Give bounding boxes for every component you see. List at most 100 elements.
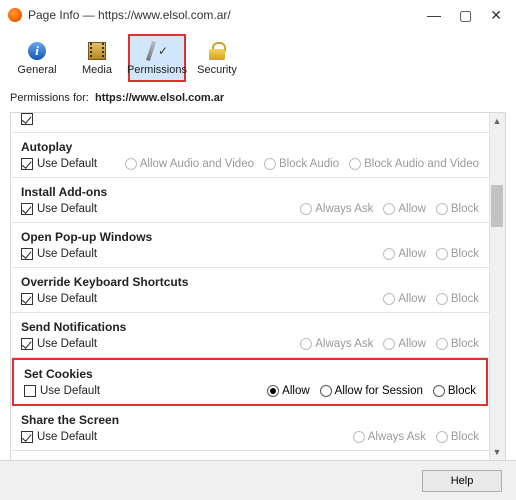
use-default-checkbox[interactable]: Use Default xyxy=(21,203,97,215)
radio-always-ask[interactable]: Always Ask xyxy=(300,203,373,215)
radio-allow-for-session[interactable]: Allow for Session xyxy=(320,385,423,397)
tab-general[interactable]: i General xyxy=(8,34,66,82)
radio-icon xyxy=(125,158,137,170)
permission-section-truncated-top: Use Default xyxy=(11,113,489,133)
tab-media-label: Media xyxy=(82,64,112,76)
radio-icon xyxy=(383,293,395,305)
use-default-label: Use Default xyxy=(37,338,97,350)
tab-security[interactable]: Security xyxy=(188,34,246,82)
permission-section-autoplay: Autoplay Use Default Allow Audio and Vid… xyxy=(11,133,489,178)
radio-allow[interactable]: Allow xyxy=(383,203,425,215)
window-controls: — ▢ ✕ xyxy=(427,7,502,24)
radio-icon xyxy=(320,385,332,397)
window-title: Page Info — https://www.elsol.com.ar/ xyxy=(28,8,427,22)
tab-security-label: Security xyxy=(197,64,237,76)
radio-allow[interactable]: Allow xyxy=(383,248,425,260)
radio-allow[interactable]: Allow xyxy=(383,338,425,350)
radio-icon xyxy=(383,203,395,215)
radio-allow[interactable]: Allow xyxy=(383,293,425,305)
help-button[interactable]: Help xyxy=(422,470,502,492)
permissions-icon xyxy=(146,40,168,62)
radio-icon xyxy=(349,158,361,170)
tab-permissions[interactable]: Permissions xyxy=(128,34,186,82)
radio-block[interactable]: Block xyxy=(436,293,479,305)
use-default-checkbox[interactable]: Use Default xyxy=(21,158,97,170)
radio-icon xyxy=(436,431,448,443)
use-default-checkbox[interactable]: Use Default xyxy=(21,293,97,305)
scroll-up-icon[interactable]: ▲ xyxy=(491,115,503,127)
radio-icon xyxy=(300,338,312,350)
scroll-thumb[interactable] xyxy=(491,185,503,227)
checkbox-icon xyxy=(21,158,33,170)
section-title: Send Notifications xyxy=(21,320,479,334)
toolbar: i General Media Permissions Security xyxy=(0,30,516,86)
radio-block[interactable]: Block xyxy=(436,338,479,350)
permission-section-share-screen: Share the Screen Use Default Always Ask … xyxy=(11,406,489,451)
lock-icon xyxy=(206,40,228,62)
tab-general-label: General xyxy=(17,64,56,76)
use-default-checkbox[interactable]: Use Default xyxy=(24,385,100,397)
radio-allow-audio-video[interactable]: Allow Audio and Video xyxy=(125,158,254,170)
use-default-label: Use Default xyxy=(37,203,97,215)
radio-icon xyxy=(353,431,365,443)
use-default-label: Use Default xyxy=(37,431,97,443)
radio-icon xyxy=(436,203,448,215)
close-button[interactable]: ✕ xyxy=(490,7,502,24)
scroll-down-icon[interactable]: ▼ xyxy=(491,446,503,458)
radio-block-audio-video[interactable]: Block Audio and Video xyxy=(349,158,479,170)
section-title: Override Keyboard Shortcuts xyxy=(21,275,479,289)
use-default-checkbox[interactable]: Use Default xyxy=(21,113,97,125)
checkbox-icon xyxy=(21,113,33,125)
section-title: Set Cookies xyxy=(24,367,476,381)
permissions-list-container: Use Default Autoplay Use Default Allow A… xyxy=(10,112,506,461)
firefox-icon xyxy=(8,8,22,22)
radio-icon xyxy=(267,385,279,397)
use-default-checkbox[interactable]: Use Default xyxy=(21,431,97,443)
permission-section-send-notifications: Send Notifications Use Default Always As… xyxy=(11,313,489,358)
checkbox-icon xyxy=(21,248,33,260)
checkbox-icon xyxy=(21,338,33,350)
radio-icon xyxy=(383,338,395,350)
radio-icon xyxy=(383,248,395,260)
permissions-for-url: https://www.elsol.com.ar xyxy=(95,92,224,104)
permissions-for-header: Permissions for: https://www.elsol.com.a… xyxy=(0,86,516,110)
use-default-label: Use Default xyxy=(37,158,97,170)
radio-icon xyxy=(264,158,276,170)
permission-section-popup: Open Pop-up Windows Use Default Allow Bl… xyxy=(11,223,489,268)
radio-block-audio[interactable]: Block Audio xyxy=(264,158,339,170)
use-default-label: Use Default xyxy=(37,248,97,260)
radio-block[interactable]: Block xyxy=(436,431,479,443)
permission-section-install-addons: Install Add-ons Use Default Always Ask A… xyxy=(11,178,489,223)
use-default-label: Use Default xyxy=(37,293,97,305)
section-title: Share the Screen xyxy=(21,413,479,427)
section-title: Open Pop-up Windows xyxy=(21,230,479,244)
checkbox-icon xyxy=(21,431,33,443)
tab-permissions-label: Permissions xyxy=(127,64,187,76)
tab-media[interactable]: Media xyxy=(68,34,126,82)
titlebar: Page Info — https://www.elsol.com.ar/ — … xyxy=(0,0,516,30)
section-title: Autoplay xyxy=(21,140,479,154)
radio-icon xyxy=(300,203,312,215)
info-icon: i xyxy=(26,40,48,62)
checkbox-icon xyxy=(24,385,36,397)
radio-block[interactable]: Block xyxy=(433,385,476,397)
radio-icon xyxy=(436,248,448,260)
radio-always-ask[interactable]: Always Ask xyxy=(300,338,373,350)
minimize-button[interactable]: — xyxy=(427,7,441,24)
permission-section-set-cookies: Set Cookies Use Default Allow Allow for … xyxy=(12,358,488,406)
scrollbar[interactable]: ▲ ▼ xyxy=(489,113,505,460)
section-title: Install Add-ons xyxy=(21,185,479,199)
footer: Help xyxy=(0,460,516,500)
permission-section-override-kb: Override Keyboard Shortcuts Use Default … xyxy=(11,268,489,313)
permissions-scroll-area: Use Default Autoplay Use Default Allow A… xyxy=(11,113,489,460)
radio-always-ask[interactable]: Always Ask xyxy=(353,431,426,443)
radio-allow[interactable]: Allow xyxy=(267,385,309,397)
permissions-for-label: Permissions for: xyxy=(10,92,89,104)
radio-block[interactable]: Block xyxy=(436,248,479,260)
maximize-button[interactable]: ▢ xyxy=(459,7,472,24)
use-default-label: Use Default xyxy=(40,385,100,397)
radio-block[interactable]: Block xyxy=(436,203,479,215)
use-default-checkbox[interactable]: Use Default xyxy=(21,338,97,350)
use-default-checkbox[interactable]: Use Default xyxy=(21,248,97,260)
radio-icon xyxy=(433,385,445,397)
